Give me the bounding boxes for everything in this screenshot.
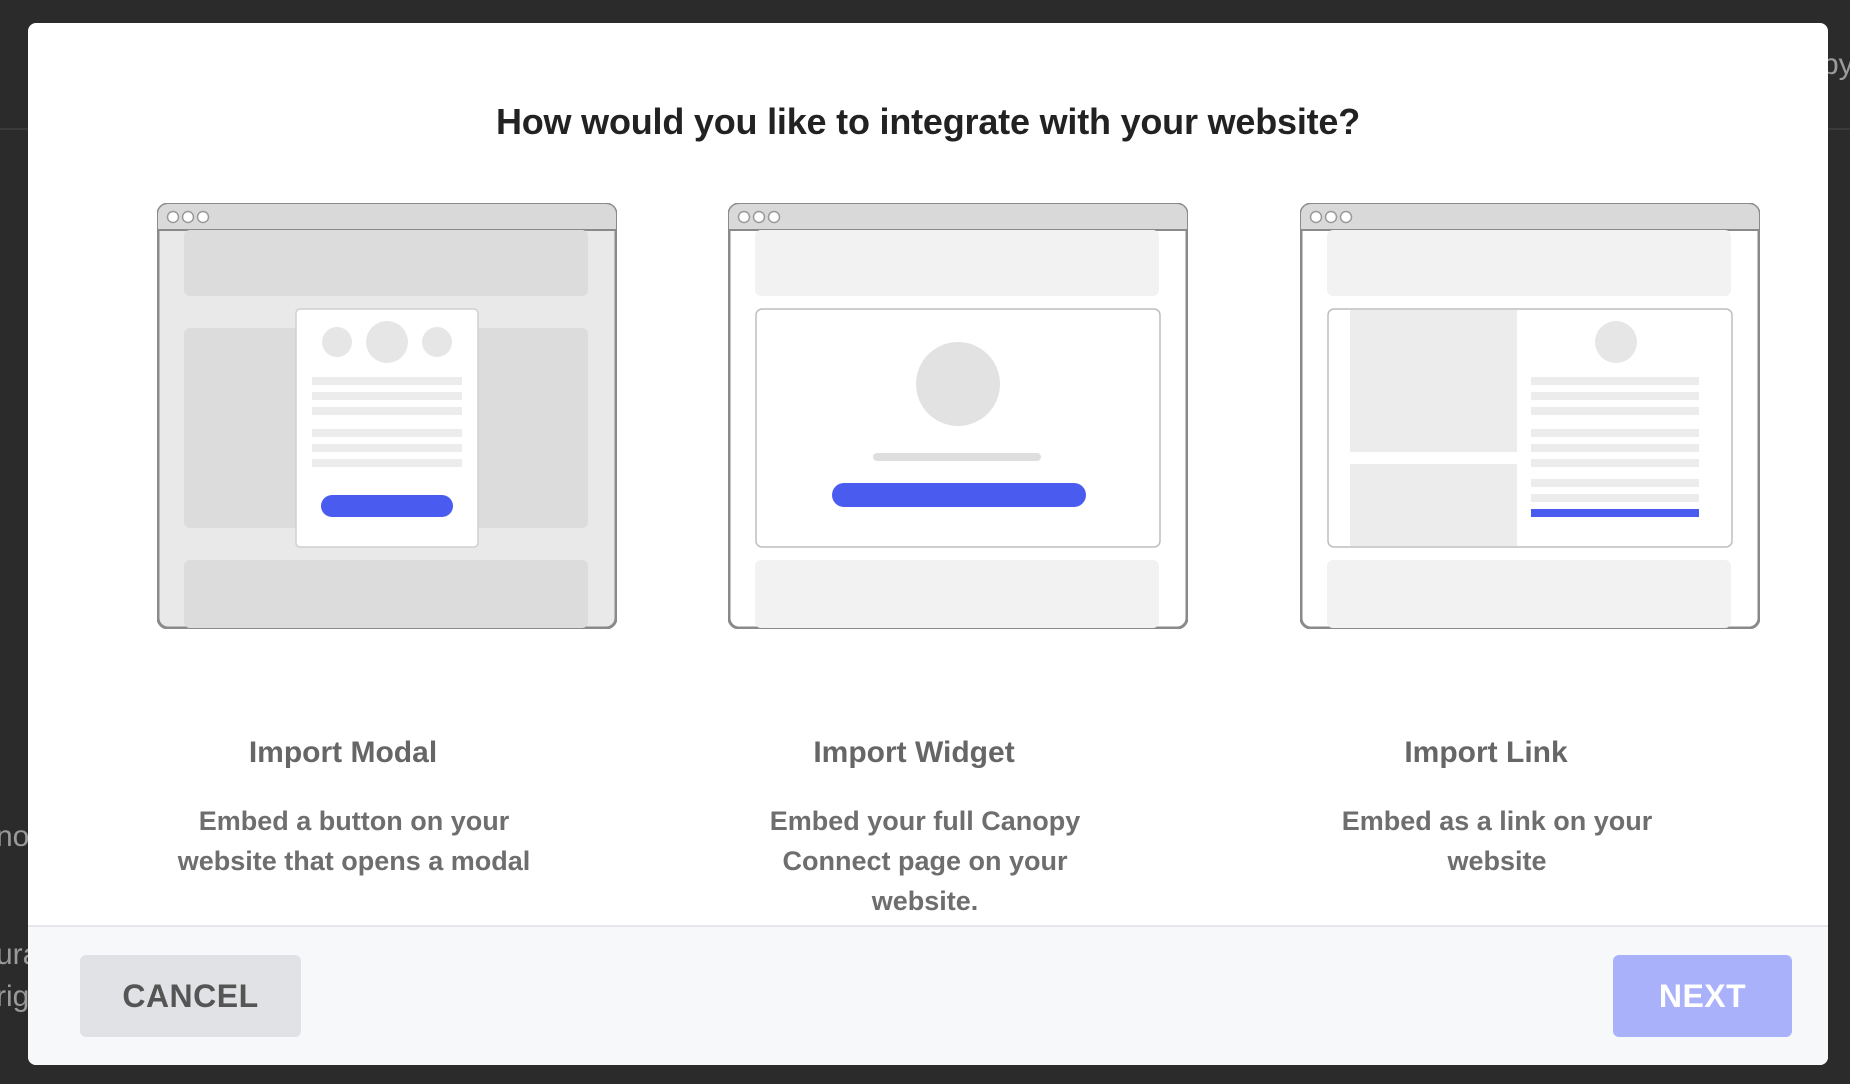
- import-modal-illustration: [157, 203, 617, 629]
- cancel-button[interactable]: CANCEL: [80, 955, 301, 1037]
- option-title: Import Modal: [248, 736, 438, 769]
- modal-footer: CANCEL NEXT: [28, 925, 1828, 1065]
- modal-title: How would you like to integrate with you…: [495, 101, 1361, 142]
- option-description: Embed a button on your website that open…: [177, 806, 531, 876]
- option-description: Embed as a link on your website: [1341, 806, 1653, 876]
- background-divider: [0, 128, 28, 130]
- option-import-modal[interactable]: Import Modal Embed a button on your webs…: [57, 203, 629, 903]
- option-description: Embed your full Canopy Connect page on y…: [769, 806, 1081, 916]
- import-widget-illustration: [728, 203, 1188, 629]
- option-import-widget[interactable]: Import Widget Embed your full Canopy Con…: [628, 203, 1200, 916]
- option-import-link[interactable]: Import Link Embed as a link on your webs…: [1200, 203, 1772, 903]
- import-link-illustration: [1300, 203, 1760, 629]
- option-title: Import Widget: [813, 736, 1015, 769]
- next-button[interactable]: NEXT: [1613, 955, 1792, 1037]
- integration-modal: How would you like to integrate with you…: [28, 23, 1828, 1065]
- option-title: Import Link: [1404, 736, 1568, 769]
- background-text-fragment: no: [0, 820, 30, 853]
- background-text-fragment: rig: [0, 980, 30, 1013]
- background-divider: [1828, 128, 1850, 130]
